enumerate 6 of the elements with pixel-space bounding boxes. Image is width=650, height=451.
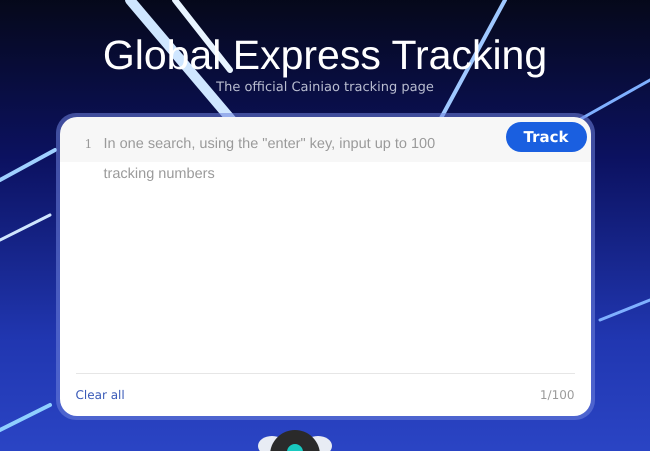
number-counter: 1/100 — [540, 387, 574, 404]
page-subtitle: The official Cainiao tracking page — [216, 80, 434, 96]
clear-all-link[interactable]: Clear all — [76, 386, 125, 404]
line-number: 1 — [84, 136, 94, 153]
track-button[interactable]: Track — [506, 122, 586, 152]
tracking-input-field[interactable]: In one search, using the "enter" key, input up to 100 tracking numbers — [102, 129, 472, 199]
